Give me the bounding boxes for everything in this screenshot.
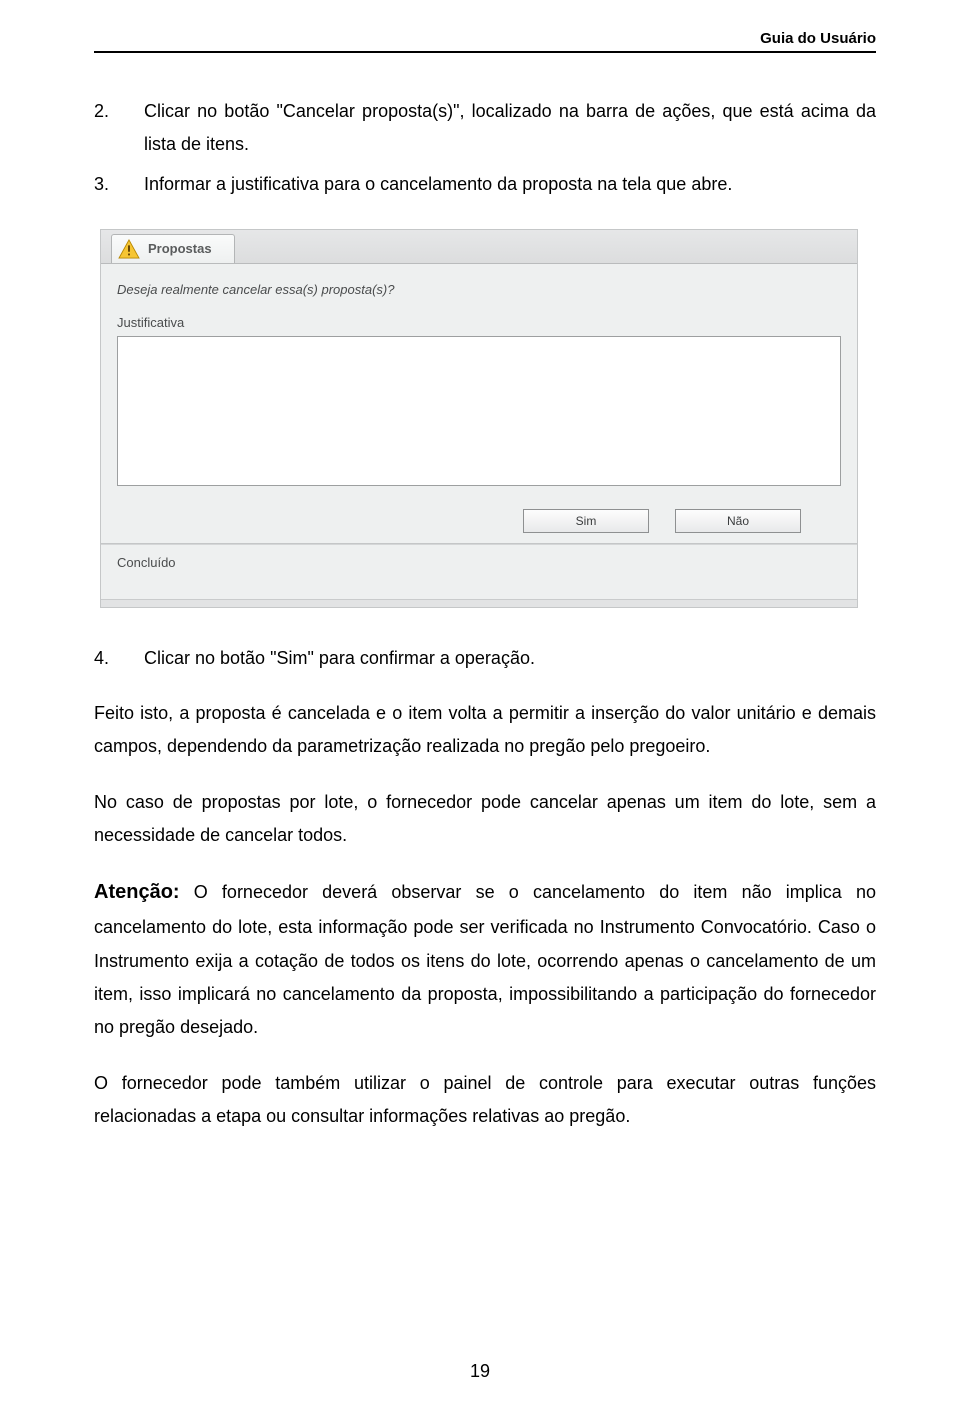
step-4: 4. Clicar no botão "Sim" para confirmar …: [94, 642, 876, 675]
paragraph-atencao: Atenção: O fornecedor deverá observar se…: [94, 874, 876, 1044]
step-2-number: 2.: [94, 95, 144, 162]
paragraph-2: No caso de propostas por lote, o fornece…: [94, 786, 876, 853]
dialog-body: Deseja realmente cancelar essa(s) propos…: [101, 264, 857, 501]
step-3-number: 3.: [94, 168, 144, 201]
paragraph-3-text: O fornecedor deverá observar se o cancel…: [94, 882, 876, 1037]
step-3: 3. Informar a justificativa para o cance…: [94, 168, 876, 201]
step-3-text: Informar a justificativa para o cancelam…: [144, 168, 876, 201]
dialog-screenshot: Propostas Deseja realmente cancelar essa…: [100, 229, 876, 608]
dialog-tab: Propostas: [111, 234, 235, 263]
header-divider: [94, 51, 876, 53]
header-title: Guia do Usuário: [94, 30, 876, 47]
paragraph-1: Feito isto, a proposta é cancelada e o i…: [94, 697, 876, 764]
atencao-label: Atenção:: [94, 881, 180, 903]
dialog-status-text: Concluído: [117, 555, 176, 570]
warning-icon: [118, 239, 140, 259]
dialog-titlebar: Propostas: [101, 230, 857, 264]
step-2-text: Clicar no botão "Cancelar proposta(s)", …: [144, 95, 876, 162]
dialog-question: Deseja realmente cancelar essa(s) propos…: [117, 282, 841, 297]
step-4-text: Clicar no botão "Sim" para confirmar a o…: [144, 642, 876, 675]
nao-button[interactable]: Não: [675, 509, 801, 533]
justificativa-label: Justificativa: [117, 315, 841, 330]
page-number: 19: [0, 1361, 960, 1382]
dialog-title-text: Propostas: [148, 241, 212, 256]
step-4-number: 4.: [94, 642, 144, 675]
dialog-button-row: Sim Não: [101, 501, 857, 543]
dialog-bottom-strip: [101, 599, 857, 607]
step-2: 2. Clicar no botão "Cancelar proposta(s)…: [94, 95, 876, 162]
dialog-statusbar: Concluído: [101, 545, 857, 599]
dialog-window: Propostas Deseja realmente cancelar essa…: [100, 229, 858, 608]
sim-button[interactable]: Sim: [523, 509, 649, 533]
paragraph-4: O fornecedor pode também utilizar o pain…: [94, 1067, 876, 1134]
justificativa-textarea[interactable]: [117, 336, 841, 486]
